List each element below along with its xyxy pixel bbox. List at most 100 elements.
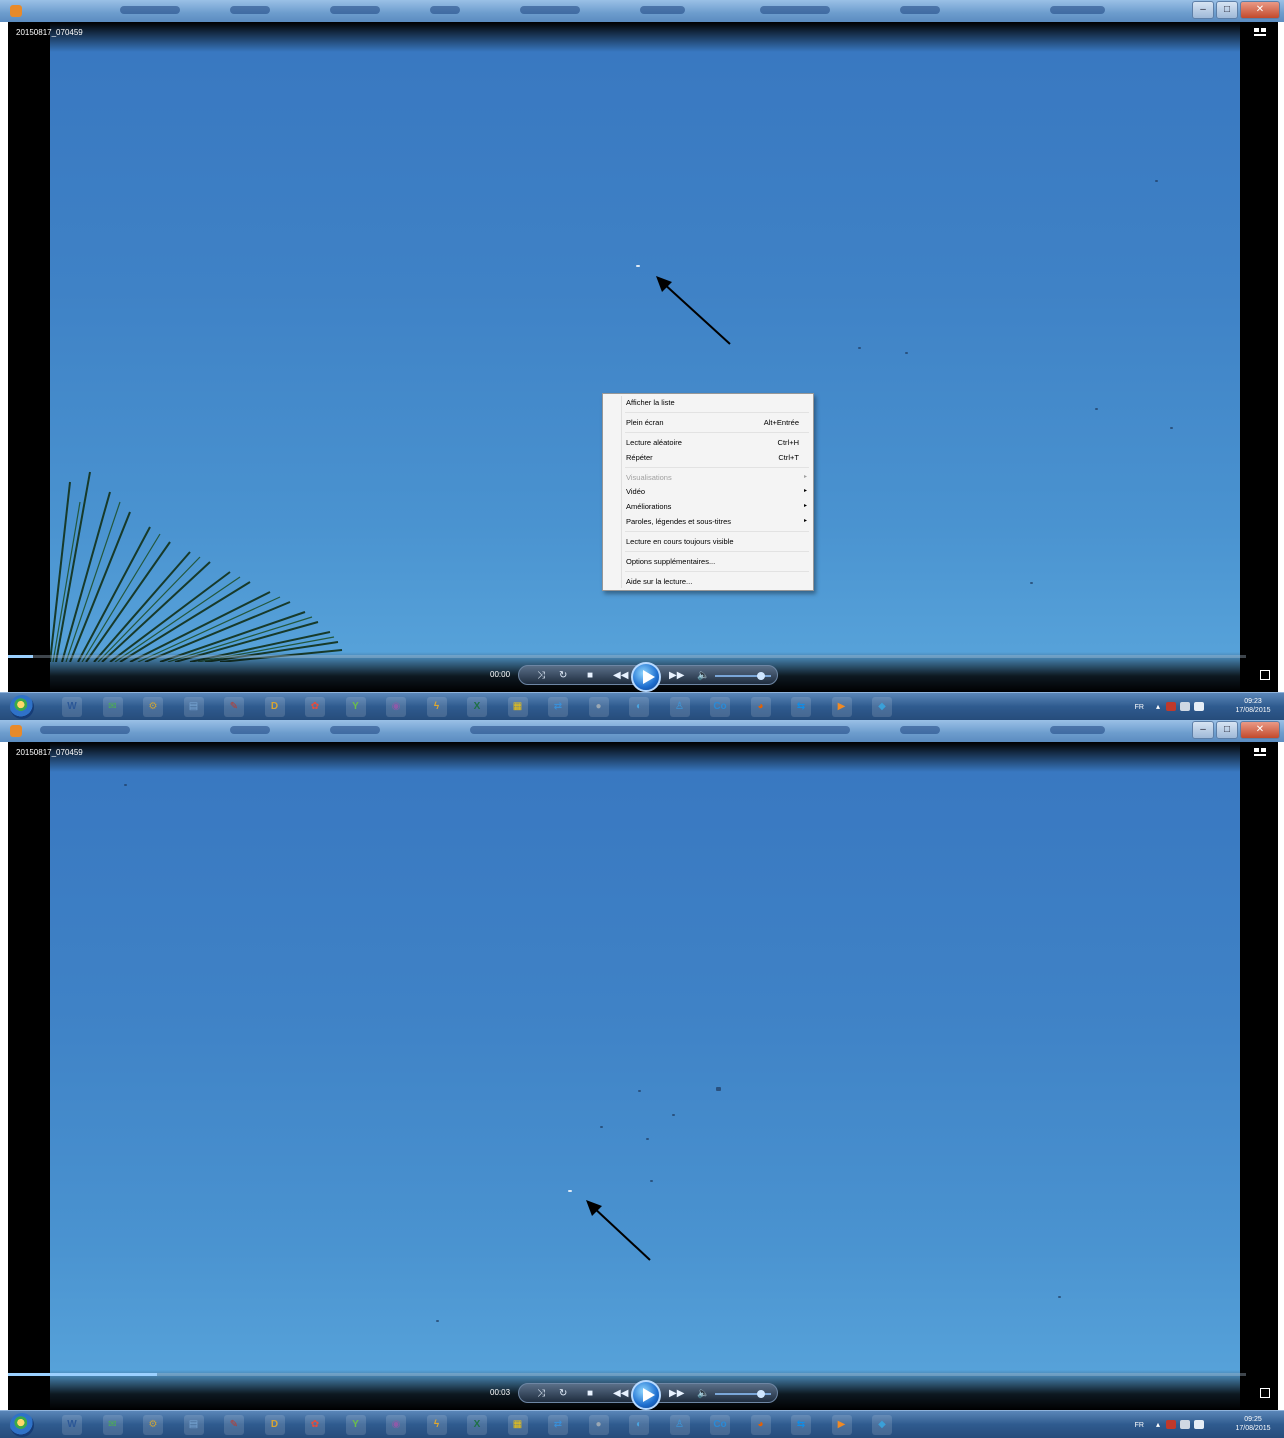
- word-icon[interactable]: W: [62, 697, 82, 717]
- menu-item[interactable]: Améliorations ▸: [626, 502, 807, 514]
- network-icon[interactable]: ⇄: [548, 697, 568, 717]
- start-button[interactable]: [10, 1413, 34, 1437]
- start-button[interactable]: [10, 695, 34, 719]
- full-screen-toggle-icon[interactable]: [1260, 670, 1270, 680]
- switch-to-library-icon[interactable]: [1254, 28, 1266, 38]
- network-tray-icon[interactable]: [1180, 1420, 1190, 1429]
- previous-icon[interactable]: ◀◀: [613, 1388, 628, 1400]
- disk-icon[interactable]: ●: [588, 697, 609, 717]
- editor-icon[interactable]: ✎: [224, 697, 244, 717]
- menu-item[interactable]: Options supplémentaires...: [626, 557, 799, 569]
- play-button[interactable]: [631, 1380, 661, 1410]
- video-player[interactable]: 20150817_070459 00:00 ⤨ ↻ ■ ◀◀ ▶▶ 🔈: [8, 22, 1278, 692]
- video-frame[interactable]: [50, 742, 1240, 1410]
- minimize-button[interactable]: –: [1192, 721, 1214, 739]
- repeat-icon[interactable]: ↻: [559, 1388, 567, 1400]
- maximize-button[interactable]: □: [1216, 721, 1238, 739]
- media-center-icon[interactable]: ◉: [386, 697, 406, 717]
- maximize-button[interactable]: □: [1216, 1, 1238, 19]
- menu-item[interactable]: Lecture en cours toujours visible: [626, 537, 799, 549]
- paint-icon[interactable]: ✿: [305, 1415, 325, 1435]
- video-player[interactable]: 20150817_070459 00:03 ⤨ ↻ ■ ◀◀ ▶▶ 🔈: [8, 742, 1278, 1410]
- media-center-icon[interactable]: ◉: [386, 1415, 406, 1435]
- mail-icon[interactable]: ✉: [102, 1415, 123, 1435]
- media-player-icon[interactable]: ▶: [831, 1415, 852, 1435]
- tools-icon[interactable]: Y: [345, 697, 366, 717]
- play-button[interactable]: [631, 662, 661, 692]
- explorer-icon[interactable]: ▤: [183, 1415, 204, 1435]
- firefox-icon[interactable]: ◕: [750, 1415, 771, 1435]
- user-icon[interactable]: ♙: [669, 697, 690, 717]
- stop-icon[interactable]: ■: [587, 670, 593, 682]
- volume-knob[interactable]: [757, 1390, 765, 1398]
- clock[interactable]: 09:23 17/08/2015: [1230, 697, 1276, 715]
- teamviewer-icon[interactable]: ⇆: [791, 1415, 811, 1435]
- d-app-icon[interactable]: D: [264, 1415, 285, 1435]
- teamviewer-icon[interactable]: ⇆: [791, 697, 811, 717]
- maps-icon[interactable]: ◆: [872, 1415, 892, 1435]
- volume-knob[interactable]: [757, 672, 765, 680]
- menu-item[interactable]: Afficher la liste: [626, 398, 799, 410]
- window-titlebar[interactable]: – □ ✕: [0, 720, 1284, 742]
- seek-bar[interactable]: [8, 655, 1246, 658]
- firefox-icon[interactable]: ◕: [750, 697, 771, 717]
- stop-icon[interactable]: ■: [587, 1388, 593, 1400]
- language-indicator[interactable]: FR: [1135, 1422, 1144, 1429]
- close-button[interactable]: ✕: [1240, 1, 1280, 19]
- menu-item[interactable]: Aide sur la lecture...: [626, 577, 799, 589]
- action-center-flag-icon[interactable]: [1166, 1420, 1176, 1429]
- disk-icon[interactable]: ●: [588, 1415, 609, 1435]
- shuffle-icon[interactable]: ⤨: [537, 1388, 545, 1400]
- close-button[interactable]: ✕: [1240, 721, 1280, 739]
- action-center-flag-icon[interactable]: [1166, 702, 1176, 711]
- notes-icon[interactable]: ▦: [507, 1415, 528, 1435]
- mute-icon[interactable]: 🔈: [697, 670, 709, 682]
- repeat-icon[interactable]: ↻: [559, 670, 567, 682]
- tools-icon[interactable]: Y: [345, 1415, 366, 1435]
- photo-icon[interactable]: ◐: [629, 697, 649, 717]
- clock[interactable]: 09:25 17/08/2015: [1230, 1415, 1276, 1433]
- editor-icon[interactable]: ✎: [224, 1415, 244, 1435]
- settings-icon[interactable]: ⚙: [143, 697, 163, 717]
- mail-icon[interactable]: ✉: [102, 697, 123, 717]
- maps-icon[interactable]: ◆: [872, 697, 892, 717]
- window-titlebar[interactable]: – □ ✕: [0, 0, 1284, 22]
- network-icon[interactable]: ⇄: [548, 1415, 568, 1435]
- full-screen-toggle-icon[interactable]: [1260, 1388, 1270, 1398]
- d-app-icon[interactable]: D: [264, 697, 285, 717]
- excel-icon[interactable]: X: [467, 1415, 487, 1435]
- next-icon[interactable]: ▶▶: [669, 670, 684, 682]
- notes-icon[interactable]: ▦: [507, 697, 528, 717]
- shuffle-icon[interactable]: ⤨: [537, 670, 545, 682]
- menu-item[interactable]: Paroles, légendes et sous-titres ▸: [626, 517, 807, 529]
- word-icon[interactable]: W: [62, 1415, 82, 1435]
- switch-to-library-icon[interactable]: [1254, 748, 1266, 758]
- video-frame[interactable]: [50, 22, 1240, 692]
- photo-icon[interactable]: ◐: [629, 1415, 649, 1435]
- next-icon[interactable]: ▶▶: [669, 1388, 684, 1400]
- flash-icon[interactable]: ϟ: [426, 697, 447, 717]
- explorer-icon[interactable]: ▤: [183, 697, 204, 717]
- media-player-icon[interactable]: ▶: [831, 697, 852, 717]
- mute-icon[interactable]: 🔈: [697, 1388, 709, 1400]
- excel-icon[interactable]: X: [467, 697, 487, 717]
- show-hidden-icons-icon[interactable]: ▴: [1156, 702, 1160, 711]
- settings-icon[interactable]: ⚙: [143, 1415, 163, 1435]
- menu-item[interactable]: Lecture aléatoire Ctrl+H: [626, 438, 799, 450]
- language-indicator[interactable]: FR: [1135, 704, 1144, 711]
- co-app-icon[interactable]: Co: [710, 697, 730, 717]
- paint-icon[interactable]: ✿: [305, 697, 325, 717]
- co-app-icon[interactable]: Co: [710, 1415, 730, 1435]
- seek-bar[interactable]: [8, 1373, 1246, 1376]
- network-tray-icon[interactable]: [1180, 702, 1190, 711]
- previous-icon[interactable]: ◀◀: [613, 670, 628, 682]
- volume-tray-icon[interactable]: [1194, 702, 1204, 711]
- menu-item[interactable]: Vidéo ▸: [626, 487, 807, 499]
- volume-tray-icon[interactable]: [1194, 1420, 1204, 1429]
- menu-item[interactable]: Plein écran Alt+Entrée: [626, 418, 799, 430]
- flash-icon[interactable]: ϟ: [426, 1415, 447, 1435]
- menu-item[interactable]: Répéter Ctrl+T: [626, 453, 799, 465]
- user-icon[interactable]: ♙: [669, 1415, 690, 1435]
- minimize-button[interactable]: –: [1192, 1, 1214, 19]
- show-hidden-icons-icon[interactable]: ▴: [1156, 1420, 1160, 1429]
